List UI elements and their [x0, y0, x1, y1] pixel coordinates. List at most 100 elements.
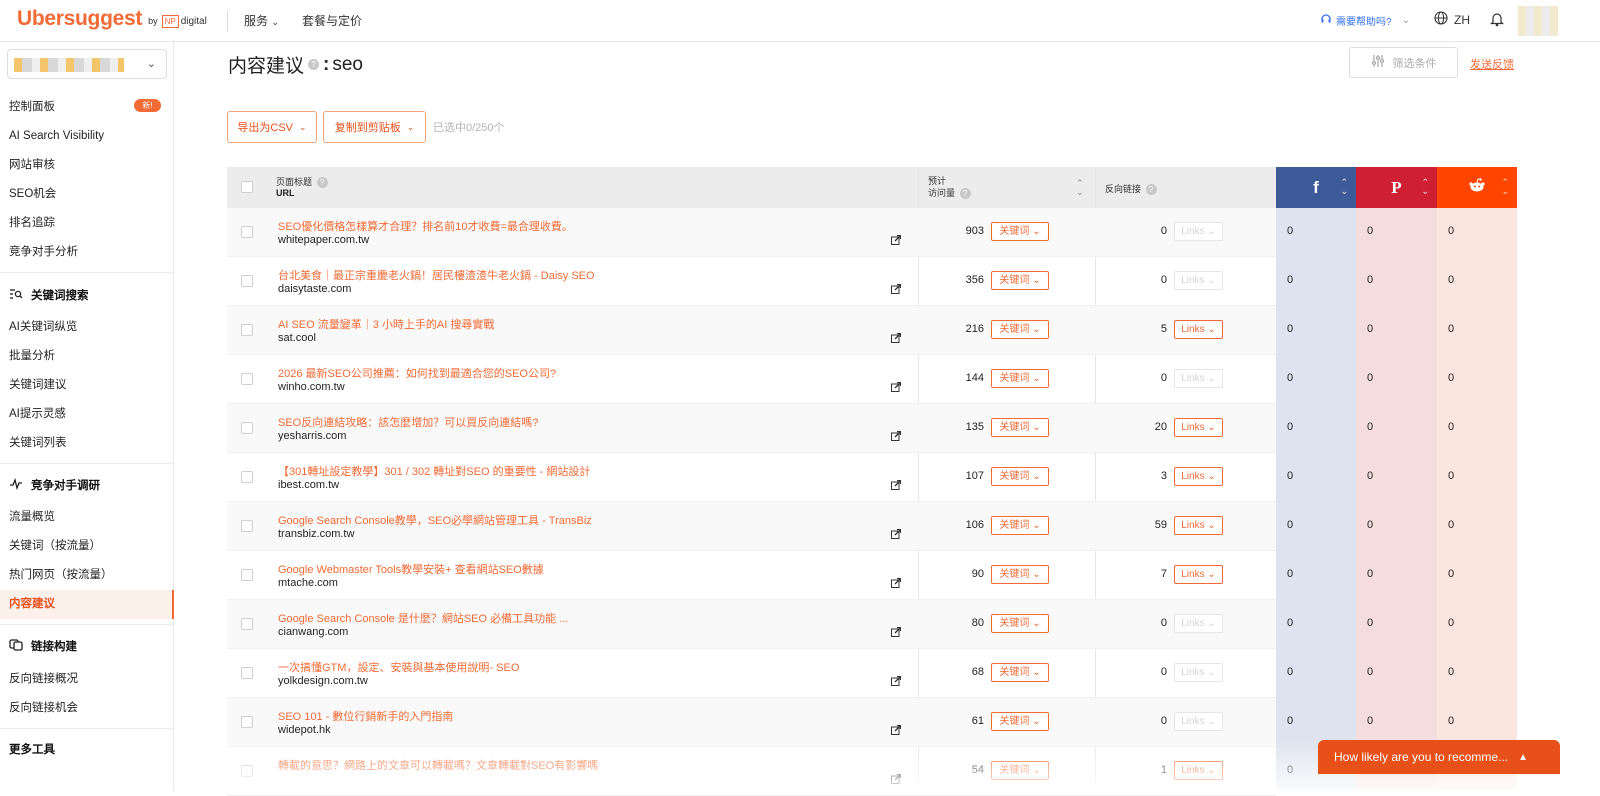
external-link-icon[interactable]: [891, 577, 902, 591]
keywords-button[interactable]: 关键词 ⌄: [991, 712, 1049, 731]
row-checkbox[interactable]: [241, 471, 253, 483]
select-all-checkbox[interactable]: [241, 181, 253, 193]
nps-survey-tab[interactable]: How likely are you to recomme... ▲: [1318, 740, 1560, 774]
page-title-link[interactable]: AI SEO 流量變革｜3 小時上手的AI 搜尋實戰: [278, 316, 494, 332]
page-title-link[interactable]: Google Search Console 是什麼？網站SEO 必備工具功能 .…: [278, 610, 568, 626]
links-button[interactable]: Links ⌄: [1174, 222, 1223, 241]
links-button[interactable]: Links ⌄: [1174, 320, 1223, 339]
external-link-icon[interactable]: [891, 234, 902, 248]
sidebar-item-competitor-analysis[interactable]: 竞争对手分析: [9, 245, 78, 259]
external-link-icon[interactable]: [891, 283, 902, 297]
column-header-backlinks[interactable]: 反向链接 ?: [1105, 182, 1159, 195]
page-title-link[interactable]: Google Webmaster Tools教學安裝+ 查看網站SEO數據: [278, 561, 544, 577]
row-checkbox[interactable]: [241, 569, 253, 581]
column-header-facebook[interactable]: f ⌃ ⌄: [1276, 167, 1356, 208]
sidebar-item-keyword-lists[interactable]: 关键词列表: [9, 436, 67, 450]
sidebar-section-keywords[interactable]: 关键词搜索: [9, 288, 89, 304]
ubersuggest-logo[interactable]: Ubersuggest by NP digital: [17, 7, 207, 31]
sidebar-item-ai-visibility[interactable]: AI Search Visibility: [9, 129, 104, 143]
links-button[interactable]: Links ⌄: [1174, 369, 1223, 388]
sidebar-item-batch-analysis[interactable]: 批量分析: [9, 349, 55, 363]
keywords-button[interactable]: 关键词 ⌄: [991, 467, 1049, 486]
sidebar-item-site-audit[interactable]: 网站审核: [9, 158, 55, 172]
external-link-icon[interactable]: [891, 381, 902, 395]
external-link-icon[interactable]: [891, 675, 902, 689]
page-title-link[interactable]: SEO優化價格怎樣算才合理？排名前10才收費=最合理收費。: [278, 218, 573, 234]
keywords-button[interactable]: 关键词 ⌄: [991, 663, 1049, 682]
external-link-icon[interactable]: [891, 724, 902, 738]
column-header-pinterest[interactable]: P ⌃ ⌄: [1356, 167, 1437, 208]
external-link-icon[interactable]: [891, 626, 902, 640]
row-checkbox[interactable]: [241, 275, 253, 287]
sidebar-item-traffic-overview[interactable]: 流量概览: [9, 510, 55, 524]
page-title-link[interactable]: 2026 最新SEO公司推薦：如何找到最適合您的SEO公司?: [278, 365, 556, 381]
sidebar-item-keywords-by-traffic[interactable]: 关键词（按流量）: [9, 539, 101, 553]
sort-icon[interactable]: ⌃ ⌄: [1501, 178, 1509, 196]
keywords-button[interactable]: 关键词 ⌄: [991, 320, 1049, 339]
keywords-button[interactable]: 关键词 ⌄: [991, 271, 1049, 290]
sort-icon[interactable]: ⌃ ⌄: [1421, 178, 1429, 196]
copy-clipboard-button[interactable]: 复制到剪贴板 ⌄: [323, 111, 426, 143]
keywords-button[interactable]: 关键词 ⌄: [991, 565, 1049, 584]
sidebar-section-more-tools[interactable]: 更多工具: [9, 743, 55, 757]
links-button[interactable]: Links ⌄: [1174, 271, 1223, 290]
page-title-link[interactable]: SEO 101 - 數位行銷新手的入門指南: [278, 708, 453, 724]
sidebar-item-dashboard[interactable]: 控制面板: [9, 100, 55, 114]
sidebar-item-keyword-ideas[interactable]: 关键词建议: [9, 378, 67, 392]
help-icon[interactable]: ?: [959, 188, 971, 199]
page-title-link[interactable]: SEO反向連結攻略：該怎麼增加？可以買反向連結嗎?: [278, 414, 538, 430]
help-icon[interactable]: ?: [308, 59, 320, 70]
row-checkbox[interactable]: [241, 618, 253, 630]
help-menu[interactable]: 需要帮助吗? ⌄: [1320, 13, 1410, 28]
links-button[interactable]: Links ⌄: [1174, 712, 1223, 731]
sidebar-item-rank-tracking[interactable]: 排名追踪: [9, 216, 55, 230]
project-selector[interactable]: ⌄: [7, 49, 167, 79]
external-link-icon[interactable]: [891, 528, 902, 542]
links-button[interactable]: Links ⌄: [1174, 565, 1223, 584]
sidebar-section-competitors[interactable]: 竞争对手调研: [9, 477, 100, 494]
sidebar-item-backlink-overview[interactable]: 反向链接概况: [9, 672, 78, 686]
row-checkbox[interactable]: [241, 324, 253, 336]
notification-bell-icon[interactable]: [1490, 11, 1504, 32]
row-checkbox[interactable]: [241, 716, 253, 728]
sort-traffic-icon[interactable]: ⌃ ⌄: [1076, 179, 1084, 197]
filter-button[interactable]: 筛选条件: [1349, 47, 1458, 78]
feedback-link[interactable]: 发送反馈: [1470, 56, 1514, 72]
column-header-traffic[interactable]: 预计 访问量 ?: [928, 175, 973, 199]
sort-icon[interactable]: ⌃ ⌄: [1340, 178, 1348, 196]
column-header-title[interactable]: 页面标题 ? URL: [276, 177, 330, 199]
sidebar-item-content-ideas[interactable]: 内容建议: [9, 597, 55, 611]
keywords-button[interactable]: 关键词 ⌄: [991, 418, 1049, 437]
nav-services[interactable]: 服务 ⌄: [244, 12, 279, 29]
sidebar-item-ai-keyword-overview[interactable]: AI关键词纵览: [9, 320, 77, 334]
sidebar-item-backlink-opportunities[interactable]: 反向链接机会: [9, 701, 78, 715]
avatar[interactable]: [1518, 6, 1558, 36]
help-icon[interactable]: ?: [316, 177, 328, 188]
nav-pricing[interactable]: 套餐与定价: [302, 12, 362, 29]
links-button[interactable]: Links ⌄: [1174, 467, 1223, 486]
sidebar-item-seo-opportunities[interactable]: SEO机会: [9, 187, 56, 201]
keywords-button[interactable]: 关键词 ⌄: [991, 369, 1049, 388]
external-link-icon[interactable]: [891, 332, 902, 346]
keywords-button[interactable]: 关键词 ⌄: [991, 516, 1049, 535]
row-checkbox[interactable]: [241, 226, 253, 238]
column-header-reddit[interactable]: ⌃ ⌄: [1437, 167, 1517, 208]
keywords-button[interactable]: 关键词 ⌄: [991, 222, 1049, 241]
links-button[interactable]: Links ⌄: [1174, 614, 1223, 633]
page-title-link[interactable]: 一次搞懂GTM，設定、安裝與基本使用說明- SEO: [278, 659, 519, 675]
row-checkbox[interactable]: [241, 520, 253, 532]
help-icon[interactable]: ?: [1145, 184, 1157, 195]
sidebar-item-ai-prompts[interactable]: AI提示灵感: [9, 407, 66, 421]
language-selector[interactable]: ZH: [1434, 11, 1470, 28]
keywords-button[interactable]: 关键词 ⌄: [991, 614, 1049, 633]
row-checkbox[interactable]: [241, 373, 253, 385]
row-checkbox[interactable]: [241, 667, 253, 679]
links-button[interactable]: Links ⌄: [1174, 663, 1223, 682]
external-link-icon[interactable]: [891, 479, 902, 493]
sidebar-item-top-pages[interactable]: 热门网页（按流量）: [9, 568, 113, 582]
export-csv-button[interactable]: 导出为CSV ⌄: [227, 111, 317, 143]
row-checkbox[interactable]: [241, 422, 253, 434]
page-title-link[interactable]: 台北美食｜最正宗重慶老火鍋！居民樓渣渣牛老火鍋 - Daisy SEO: [278, 267, 595, 283]
links-button[interactable]: Links ⌄: [1174, 418, 1223, 437]
links-button[interactable]: Links ⌄: [1174, 516, 1223, 535]
